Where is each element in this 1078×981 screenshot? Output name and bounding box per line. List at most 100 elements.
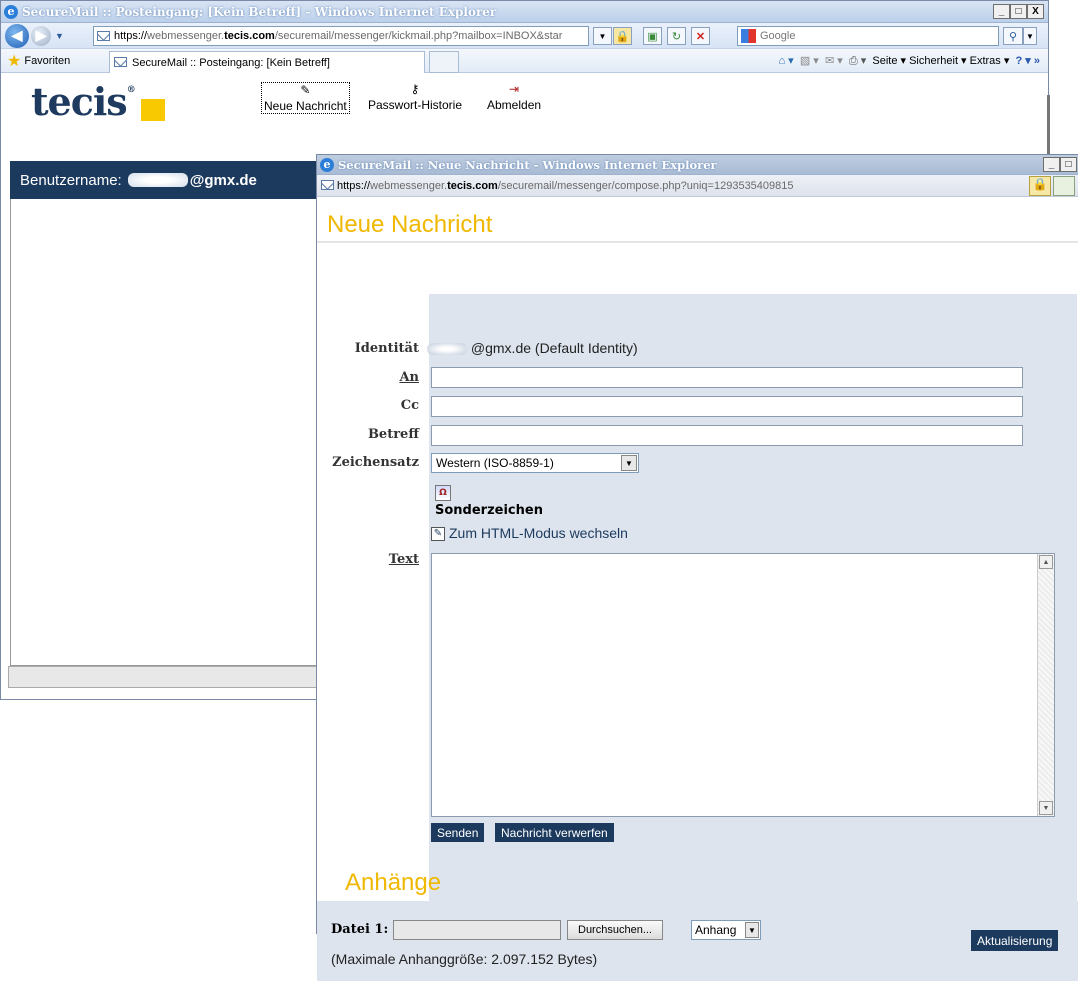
logout-icon: ⇥ — [508, 82, 520, 96]
new-message-button[interactable]: ✎ Neue Nachricht — [261, 82, 350, 114]
send-button-bottom[interactable]: Senden — [431, 823, 485, 842]
textarea-scrollbar[interactable]: ▲ ▼ — [1037, 554, 1054, 816]
max-attachment-size: (Maximale Anhanggröße: 2.097.152 Bytes) — [331, 951, 598, 967]
back-button[interactable]: ◀ — [5, 23, 29, 48]
search-options-icon[interactable]: ▼ — [1023, 27, 1037, 45]
history-dropdown-icon[interactable]: ▼ — [55, 31, 64, 41]
browse-button[interactable]: Durchsuchen... — [567, 920, 663, 940]
subject-field[interactable] — [431, 425, 1023, 446]
new-message-label: Neue Nachricht — [264, 99, 347, 113]
identity-value: @gmx.de (Default Identity) — [427, 340, 638, 356]
address-domain: tecis.com — [224, 30, 275, 42]
print-icon[interactable]: ⎙ ▾ — [849, 55, 866, 67]
compose-titlebar[interactable]: e SecureMail :: Neue Nachricht - Windows… — [317, 155, 1078, 175]
tab-inbox[interactable]: SecureMail :: Posteingang: [Kein Betreff… — [109, 51, 425, 73]
compose-address-bar[interactable]: https://webmessenger. tecis.com/securemai… — [317, 175, 1078, 197]
address-toolbar: ◀ ▶ ▼ https://webmessenger. tecis.com/sec… — [1, 23, 1048, 49]
redacted-identity — [427, 343, 467, 356]
browser-window-compose: e SecureMail :: Neue Nachricht - Windows… — [316, 154, 1078, 981]
help-icon[interactable]: ? ▾ » — [1016, 55, 1040, 67]
html-mode-link[interactable]: ✎ Zum HTML-Modus wechseln — [431, 525, 628, 542]
favorites-star-icon[interactable]: ★ — [7, 51, 21, 71]
address-bar[interactable]: https://webmessenger. tecis.com/securemai… — [93, 26, 589, 46]
minimize-button[interactable]: _ — [993, 4, 1010, 19]
tab-mail-icon — [114, 57, 127, 67]
window-title: SecureMail :: Posteingang: [Kein Betreff… — [22, 4, 497, 19]
stop-icon[interactable]: ✕ — [691, 27, 710, 45]
password-history-label: Passwort-Historie — [368, 98, 463, 112]
address-scheme: https:// — [114, 30, 148, 42]
favorites-bar: ★ Favoriten SecureMail :: Posteingang: [… — [1, 49, 1048, 73]
identity-label: Identität — [354, 341, 419, 356]
compose-icon: ✎ — [300, 83, 311, 97]
forward-button[interactable]: ▶ — [31, 25, 51, 46]
app-header: tecis® ✎ Neue Nachricht ⚷ Passwort-Histo… — [1, 73, 1048, 137]
refresh-icon[interactable]: ↻ — [667, 27, 686, 45]
address-path: /securemail/messenger/kickmail.php?mailb… — [274, 30, 563, 42]
chevron-down-icon[interactable]: ▼ — [745, 922, 759, 938]
file-path-input[interactable] — [393, 920, 561, 940]
address-scheme: https:// — [337, 179, 371, 192]
charset-select[interactable]: Western (ISO-8859-1) ▼ — [431, 453, 639, 473]
message-body-textarea[interactable]: ▲ ▼ — [431, 553, 1055, 817]
discard-button-bottom[interactable]: Nachricht verwerfen — [495, 823, 614, 842]
search-icon[interactable]: ⚲ — [1003, 27, 1023, 45]
chevron-down-icon[interactable]: ▼ — [621, 455, 637, 471]
identity-text: @gmx.de (Default Identity) — [470, 340, 638, 356]
address-path: /securemail/messenger/compose.php?uniq=1… — [497, 179, 794, 192]
lock-icon[interactable]: 🔒 — [613, 27, 632, 45]
charset-selected: Western (ISO-8859-1) — [436, 456, 554, 470]
folder-pane — [10, 199, 320, 666]
window-controls: _ □ X — [993, 4, 1044, 19]
update-button[interactable]: Aktualisierung — [971, 930, 1059, 951]
special-chars-button[interactable]: Ω Sonderzeichen — [435, 485, 543, 518]
favorites-button[interactable]: Favoriten — [24, 55, 70, 67]
address-subdomain: webmessenger. — [370, 179, 448, 192]
maximize-button[interactable]: □ — [1010, 4, 1027, 19]
password-history-button[interactable]: ⚷ Passwort-Historie — [368, 82, 462, 112]
command-bar[interactable]: ⌂ ▾ ▧ ▾ ✉ ▾ ⎙ ▾ Seite ▾ Sicherheit ▾ Ext… — [778, 54, 1040, 68]
username-label: Benutzername: — [20, 171, 122, 189]
compat-view-icon[interactable]: ▣ — [643, 27, 662, 45]
redacted-username — [127, 173, 188, 187]
minimize-button[interactable]: _ — [1043, 157, 1060, 172]
feeds-icon[interactable]: ▧ ▾ — [800, 55, 819, 67]
tab-label: SecureMail :: Posteingang: [Kein Betreff… — [132, 56, 330, 69]
home-icon[interactable]: ⌂ ▾ — [778, 55, 793, 67]
logout-button[interactable]: ⇥ Abmelden — [487, 82, 541, 112]
command-menus[interactable]: Seite ▾ Sicherheit ▾ Extras ▾ — [872, 55, 1009, 67]
attachments-panel: Datei 1: Durchsuchen... Anhang ▼ Aktuali… — [317, 901, 1078, 981]
subject-label: Betreff — [367, 427, 419, 442]
search-input[interactable]: Google — [737, 26, 999, 46]
google-icon — [741, 29, 756, 43]
new-tab-button[interactable] — [429, 51, 459, 73]
maximize-button[interactable]: □ — [1060, 157, 1077, 172]
logo-square-icon — [141, 99, 165, 121]
special-chars-label: Sonderzeichen — [435, 503, 543, 518]
title-divider — [317, 241, 1078, 243]
username-bar: Benutzername: @gmx.de — [10, 161, 320, 199]
username-domain: @gmx.de — [189, 171, 257, 189]
address-subdomain: webmessenger. — [147, 30, 225, 42]
compat-view-icon[interactable] — [1053, 176, 1075, 196]
window-titlebar[interactable]: e SecureMail :: Posteingang: [Kein Betre… — [1, 1, 1048, 23]
address-domain: tecis.com — [447, 179, 498, 192]
close-button[interactable]: X — [1027, 4, 1044, 19]
search-placeholder: Google — [760, 30, 796, 42]
attachment-type-select[interactable]: Anhang ▼ — [691, 920, 761, 940]
scroll-down-icon[interactable]: ▼ — [1039, 801, 1053, 815]
lock-icon[interactable]: 🔒 — [1029, 176, 1051, 196]
file-label: Datei 1: — [331, 922, 389, 937]
mail-icon[interactable]: ✉ ▾ — [825, 55, 843, 67]
cc-field[interactable] — [431, 396, 1023, 417]
to-field[interactable] — [431, 367, 1023, 388]
html-mode-label: Zum HTML-Modus wechseln — [449, 525, 628, 541]
scroll-up-icon[interactable]: ▲ — [1039, 555, 1053, 569]
logout-label: Abmelden — [487, 98, 542, 112]
compose-window-title: SecureMail :: Neue Nachricht - Windows I… — [338, 157, 717, 172]
attachments-heading: Anhänge — [345, 869, 442, 896]
text-label: Text — [388, 552, 419, 567]
ie-icon: e — [4, 4, 18, 19]
mail-page-icon — [321, 180, 334, 190]
address-dropdown-icon[interactable]: ▼ — [593, 27, 612, 45]
